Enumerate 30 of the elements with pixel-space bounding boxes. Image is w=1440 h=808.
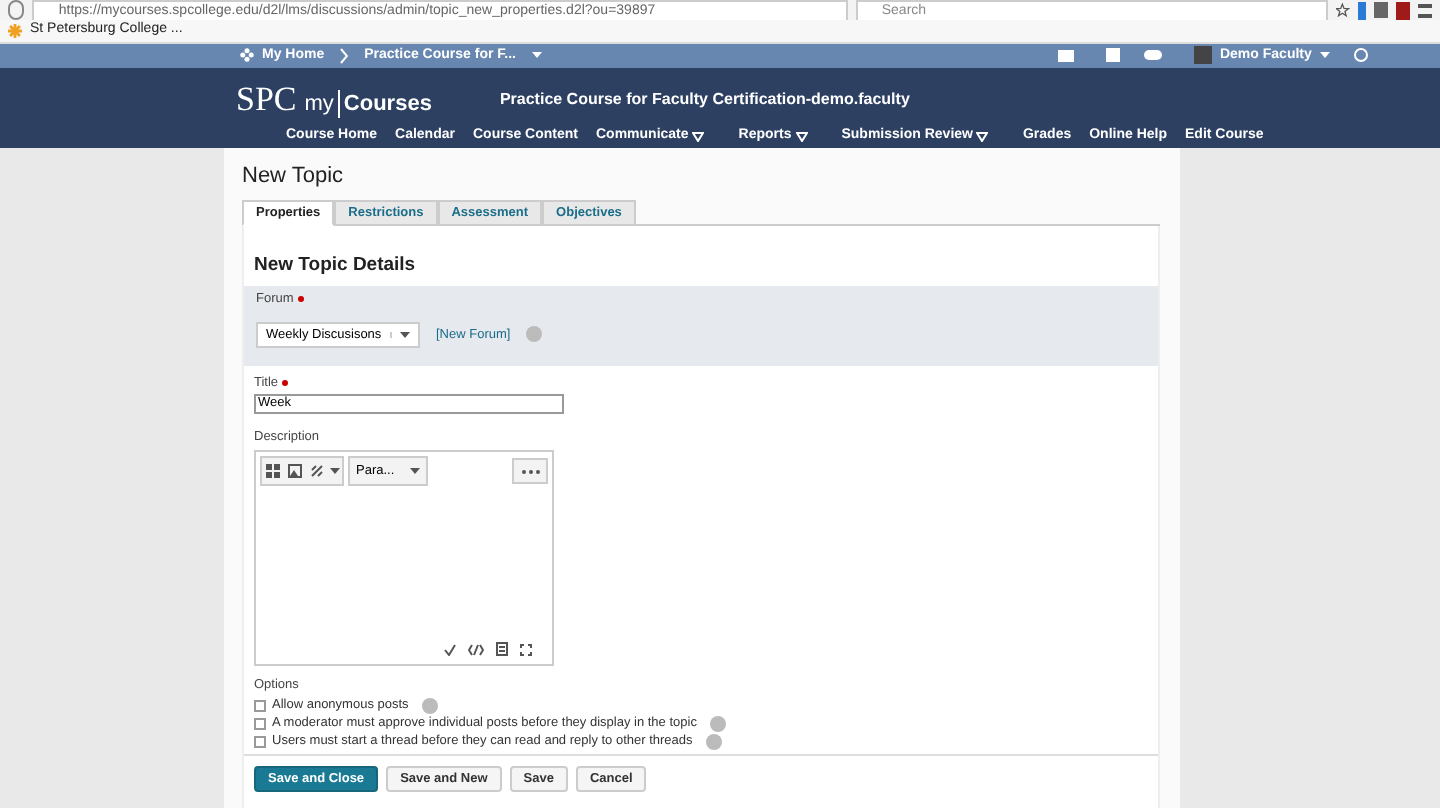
menu-triangle-icon[interactable] [692,132,705,142]
user-avatar [1193,46,1212,65]
link-icon[interactable] [310,464,324,479]
caret-icon[interactable] [330,468,340,475]
section-title: New Topic Details [254,252,418,281]
caret-icon[interactable] [410,468,421,475]
caret-icon[interactable] [400,332,410,338]
bookmark-icon [8,23,22,38]
grid-icon[interactable] [266,464,280,479]
code-icon[interactable] [468,643,484,656]
menu-triangle-icon[interactable] [795,132,808,142]
image-icon[interactable] [288,464,302,479]
fullscreen-icon[interactable] [520,643,532,656]
ellipsis-icon [521,469,539,474]
checkbox[interactable] [254,717,266,729]
menu-triangle-icon[interactable] [976,132,989,142]
spellcheck-icon[interactable] [444,643,456,656]
preview-icon[interactable] [496,642,508,657]
logo[interactable]: SPC my Courses [236,80,432,121]
more-options-button[interactable] [512,458,548,485]
star-icon[interactable] [1336,2,1350,19]
page-title: New Topic [242,161,346,192]
checkbox[interactable] [254,699,266,711]
download-icon[interactable] [1357,1,1367,20]
caret-icon[interactable] [1319,52,1330,59]
chevron-icon [340,47,349,64]
course-title: Practice Course for Faculty Certification-demo.faculty [499,88,910,113]
caret-icon[interactable] [531,52,542,59]
flower-icon [240,48,254,63]
checkbox[interactable] [254,735,266,747]
